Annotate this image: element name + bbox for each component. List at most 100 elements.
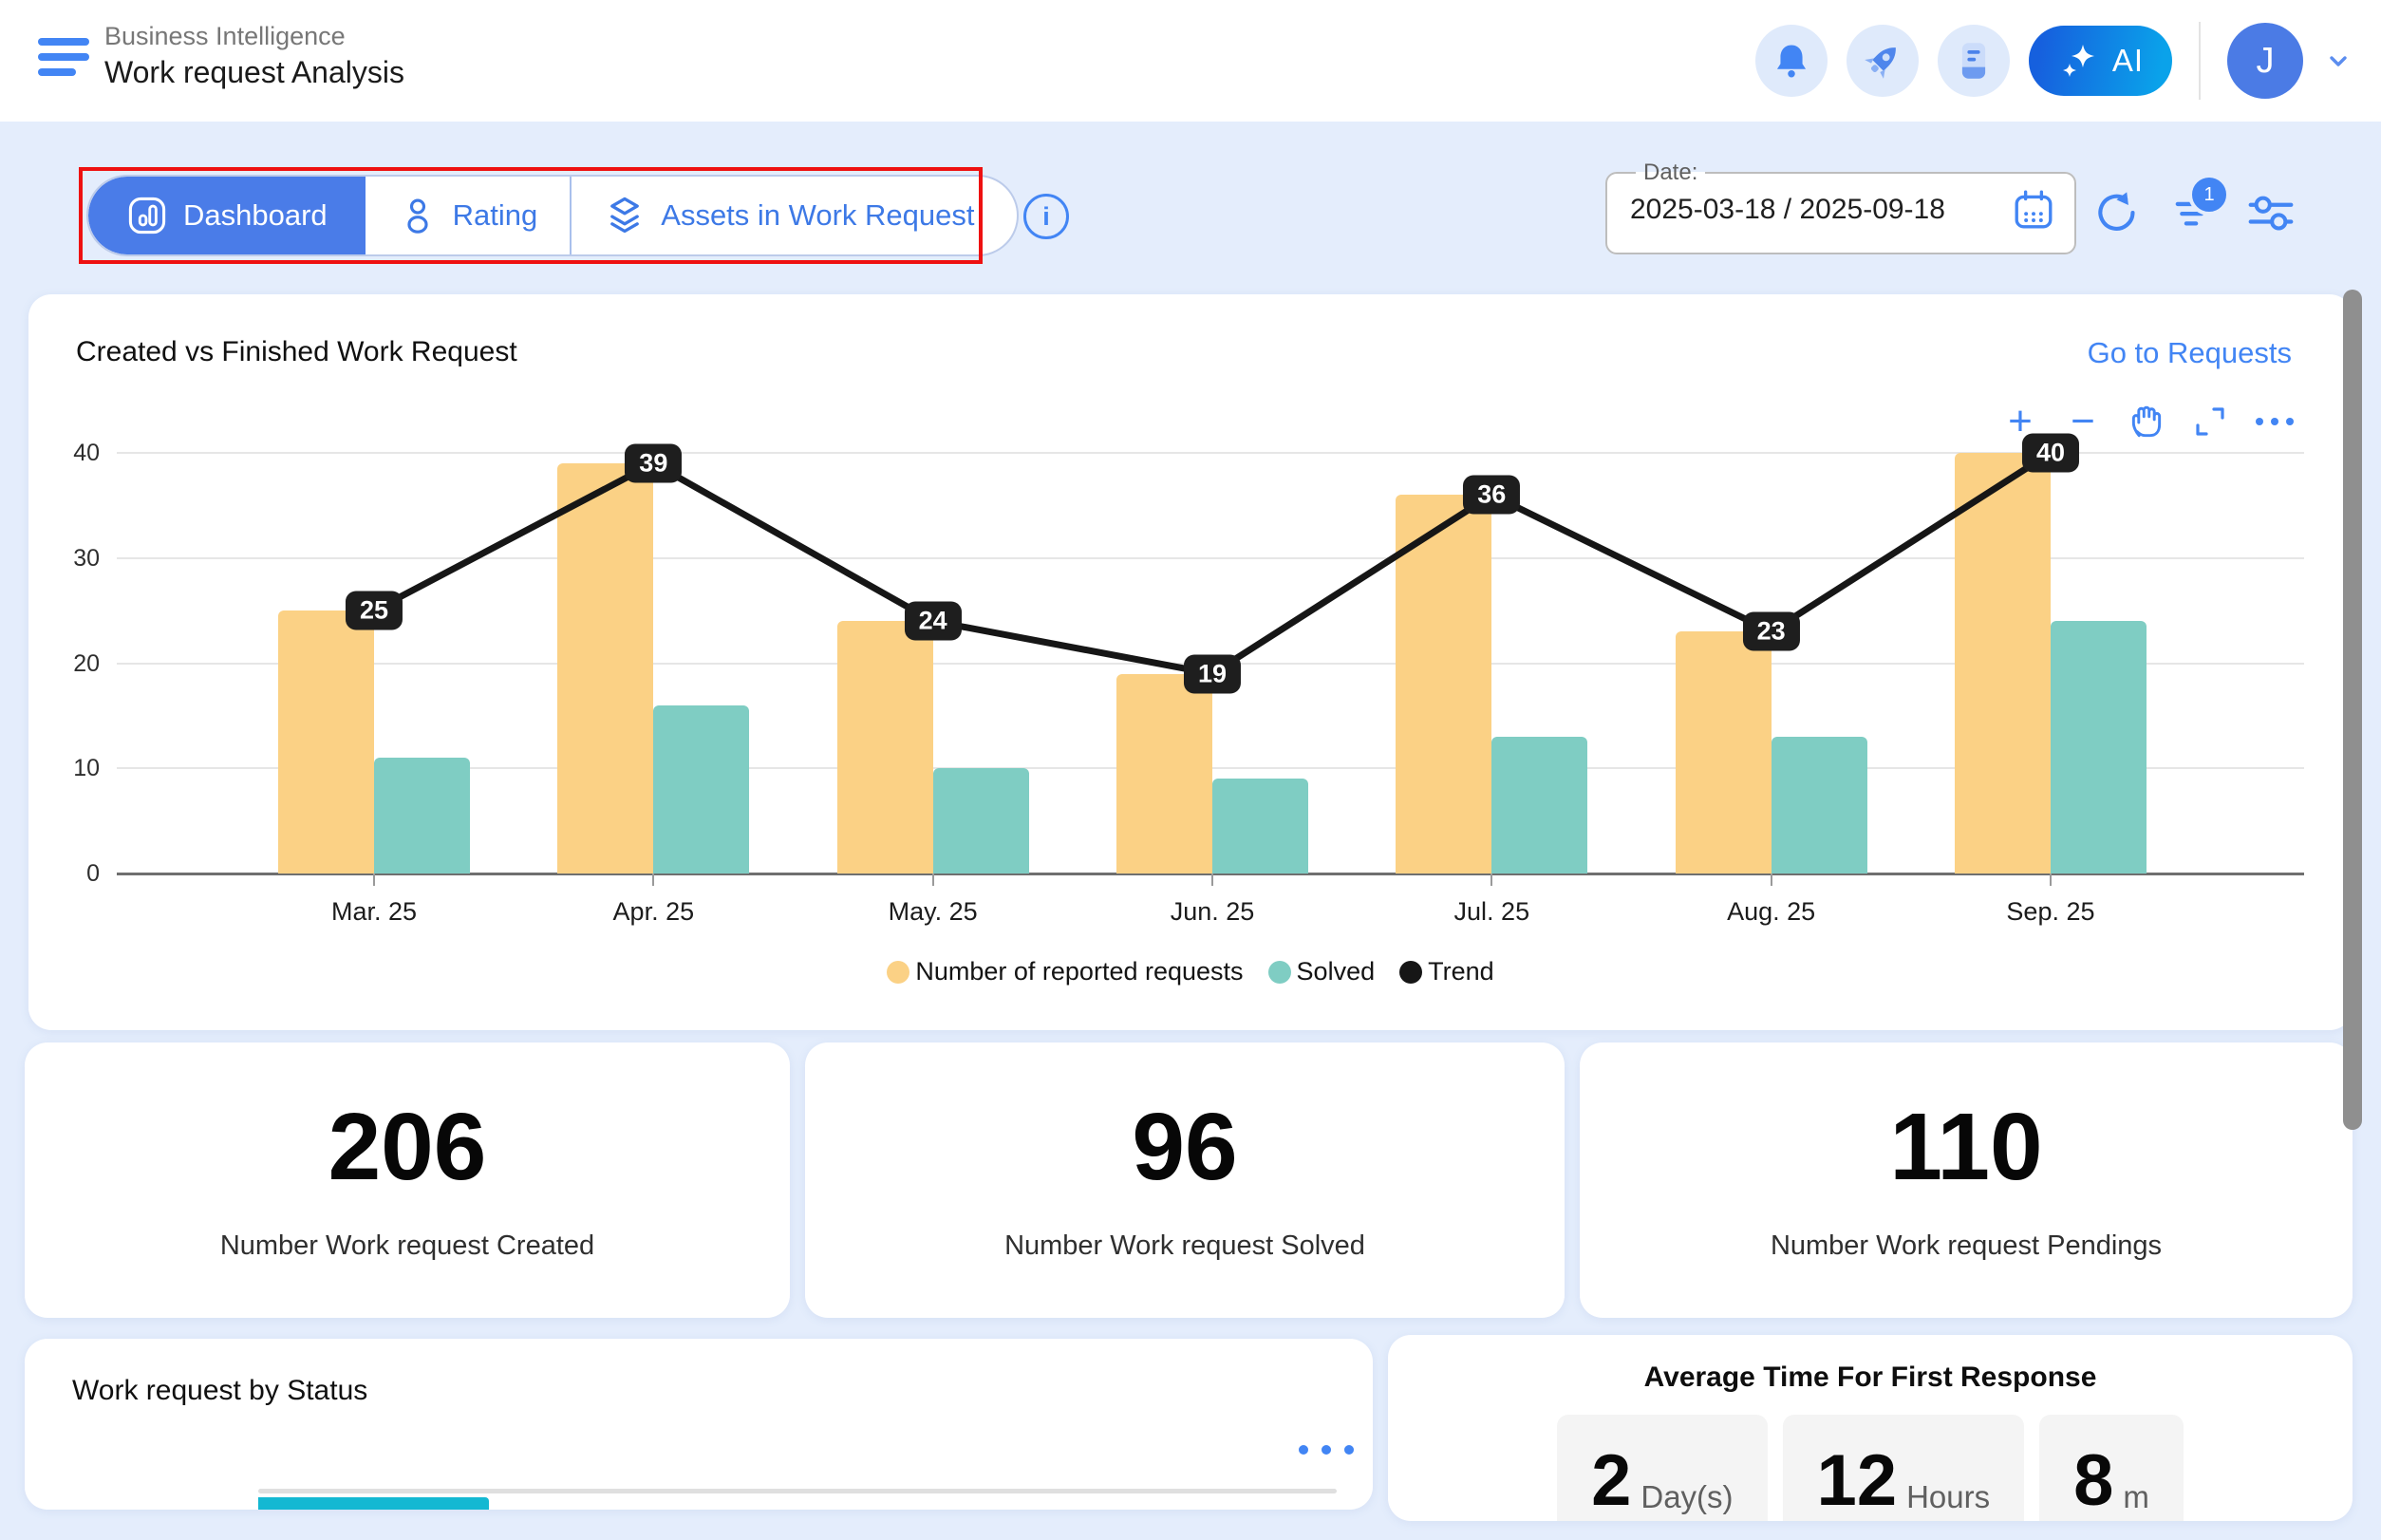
x-axis-tick <box>1211 873 1213 886</box>
kpi-label: Number Work request Created <box>220 1230 594 1262</box>
tab-bar: Dashboard Rating Assets in Work Request <box>86 175 1019 256</box>
docs-button[interactable] <box>1938 25 2010 97</box>
whats-new-button[interactable] <box>1847 25 1919 97</box>
filter-button[interactable]: 1 <box>2170 188 2220 237</box>
response-card-title: Average Time For First Response <box>1388 1362 2353 1394</box>
dashboard-chart-icon <box>126 195 168 236</box>
x-axis-tick <box>373 873 375 886</box>
status-more-icon[interactable] <box>1299 1445 1354 1455</box>
refresh-icon <box>2093 189 2141 236</box>
info-icon[interactable]: i <box>1023 194 1069 239</box>
kpi-value: 110 <box>1889 1099 2042 1194</box>
date-range-field[interactable]: Date: 2025-03-18 / 2025-09-18 <box>1605 160 2076 254</box>
y-axis-label: 20 <box>43 648 100 679</box>
metric-days: 2 Day(s) <box>1557 1415 1767 1521</box>
page-title: Work request Analysis <box>104 53 404 91</box>
metric-value: 8 <box>2073 1445 2113 1517</box>
y-axis-label: 40 <box>43 438 100 468</box>
x-axis-label: May. 25 <box>848 897 1019 927</box>
ai-button-label: AI <box>2112 43 2144 79</box>
legend-item[interactable]: Trend <box>1399 957 1494 986</box>
tab-dashboard[interactable]: Dashboard <box>88 177 366 254</box>
trend-point-badge[interactable]: 25 <box>346 592 403 630</box>
trend-point-badge[interactable]: 36 <box>1463 476 1520 515</box>
tab-label: Rating <box>453 198 538 233</box>
trend-point-badge[interactable]: 24 <box>905 602 962 641</box>
metric-hours: 12 Hours <box>1783 1415 2025 1521</box>
x-axis-label: Jul. 25 <box>1406 897 1577 927</box>
bell-icon <box>1771 40 1812 82</box>
settings-sliders-button[interactable] <box>2246 188 2296 237</box>
sparkle-icon <box>2057 39 2101 83</box>
status-card: Work request by Status <box>25 1339 1373 1510</box>
x-axis-tick <box>1490 873 1492 886</box>
metric-unit: m <box>2123 1479 2149 1515</box>
chart-title: Created vs Finished Work Request <box>76 336 517 368</box>
page-scrollbar[interactable] <box>2343 290 2362 1130</box>
go-to-requests-link[interactable]: Go to Requests <box>2088 336 2292 370</box>
metric-value: 2 <box>1591 1445 1631 1517</box>
x-axis-label: Apr. 25 <box>568 897 739 927</box>
legend-label: Solved <box>1297 957 1376 986</box>
status-card-title: Work request by Status <box>72 1375 367 1407</box>
x-axis-tick <box>1771 873 1772 886</box>
user-avatar[interactable]: J <box>2227 23 2303 99</box>
metric-value: 12 <box>1817 1445 1898 1517</box>
header-titles: Business Intelligence Work request Analy… <box>104 21 404 91</box>
x-axis-label: Aug. 25 <box>1686 897 1857 927</box>
date-field-label: Date: <box>1636 160 1705 186</box>
x-axis-tick <box>652 873 654 886</box>
status-bar-partial <box>258 1497 489 1510</box>
calendar-icon[interactable] <box>2012 188 2055 232</box>
kpi-label: Number Work request Pendings <box>1771 1230 2162 1262</box>
date-range-value: 2025-03-18 / 2025-09-18 <box>1630 194 1945 226</box>
x-axis-label: Mar. 25 <box>289 897 459 927</box>
ai-assistant-button[interactable]: AI <box>2029 26 2172 96</box>
chevron-down-icon[interactable] <box>2324 47 2353 75</box>
document-icon <box>1953 40 1995 82</box>
y-axis-label: 30 <box>43 543 100 573</box>
tab-label: Assets in Work Request <box>661 198 974 233</box>
x-axis-label: Jun. 25 <box>1127 897 1298 927</box>
kpi-label: Number Work request Solved <box>1004 1230 1365 1262</box>
kpi-card-created: 206 Number Work request Created <box>25 1042 790 1318</box>
top-bar: Business Intelligence Work request Analy… <box>0 0 2381 122</box>
pan-hand-icon[interactable] <box>2127 401 2166 442</box>
x-axis-label: Sep. 25 <box>1965 897 2136 927</box>
refresh-button[interactable] <box>2092 188 2142 237</box>
x-axis-tick <box>932 873 934 886</box>
hamburger-menu-icon[interactable] <box>38 38 91 85</box>
response-metrics: 2 Day(s) 12 Hours 8 m <box>1388 1415 2353 1521</box>
y-axis-label: 0 <box>43 858 100 889</box>
y-axis-label: 10 <box>43 753 100 783</box>
kpi-card-solved: 96 Number Work request Solved <box>805 1042 1565 1318</box>
legend-label: Number of reported requests <box>915 957 1243 986</box>
rocket-icon <box>1861 39 1904 83</box>
kpi-value: 96 <box>1132 1099 1237 1194</box>
trend-point-badge[interactable]: 40 <box>2022 434 2079 473</box>
person-icon <box>398 196 438 235</box>
metric-unit: Day(s) <box>1640 1479 1733 1515</box>
fullscreen-icon[interactable] <box>2191 401 2229 442</box>
legend-item[interactable]: Number of reported requests <box>887 957 1243 986</box>
chart-more-icon[interactable] <box>2254 401 2296 442</box>
metric-unit: Hours <box>1906 1479 1990 1515</box>
legend-label: Trend <box>1428 957 1494 986</box>
chart-card: Created vs Finished Work Request Go to R… <box>28 294 2353 1030</box>
legend-item[interactable]: Solved <box>1268 957 1376 986</box>
filter-count-badge: 1 <box>2188 174 2230 216</box>
status-scrollbar-track[interactable] <box>258 1489 1337 1493</box>
trend-point-badge[interactable]: 39 <box>625 444 682 483</box>
trend-point-badge[interactable]: 19 <box>1184 654 1241 693</box>
trend-point-badge[interactable]: 23 <box>1743 612 1800 651</box>
tab-assets-in-work-request[interactable]: Assets in Work Request <box>572 177 1016 254</box>
tab-rating[interactable]: Rating <box>366 177 572 254</box>
bar-chart-plot: 010203040Mar. 25Apr. 25May. 25Jun. 25Jul… <box>117 453 2304 873</box>
kpi-value: 206 <box>328 1099 487 1194</box>
app-subtitle: Business Intelligence <box>104 21 404 51</box>
layers-icon <box>604 195 646 236</box>
x-axis-tick <box>2050 873 2052 886</box>
header-actions: AI J <box>1755 0 2353 122</box>
notifications-button[interactable] <box>1755 25 1828 97</box>
header-divider <box>2199 22 2201 100</box>
